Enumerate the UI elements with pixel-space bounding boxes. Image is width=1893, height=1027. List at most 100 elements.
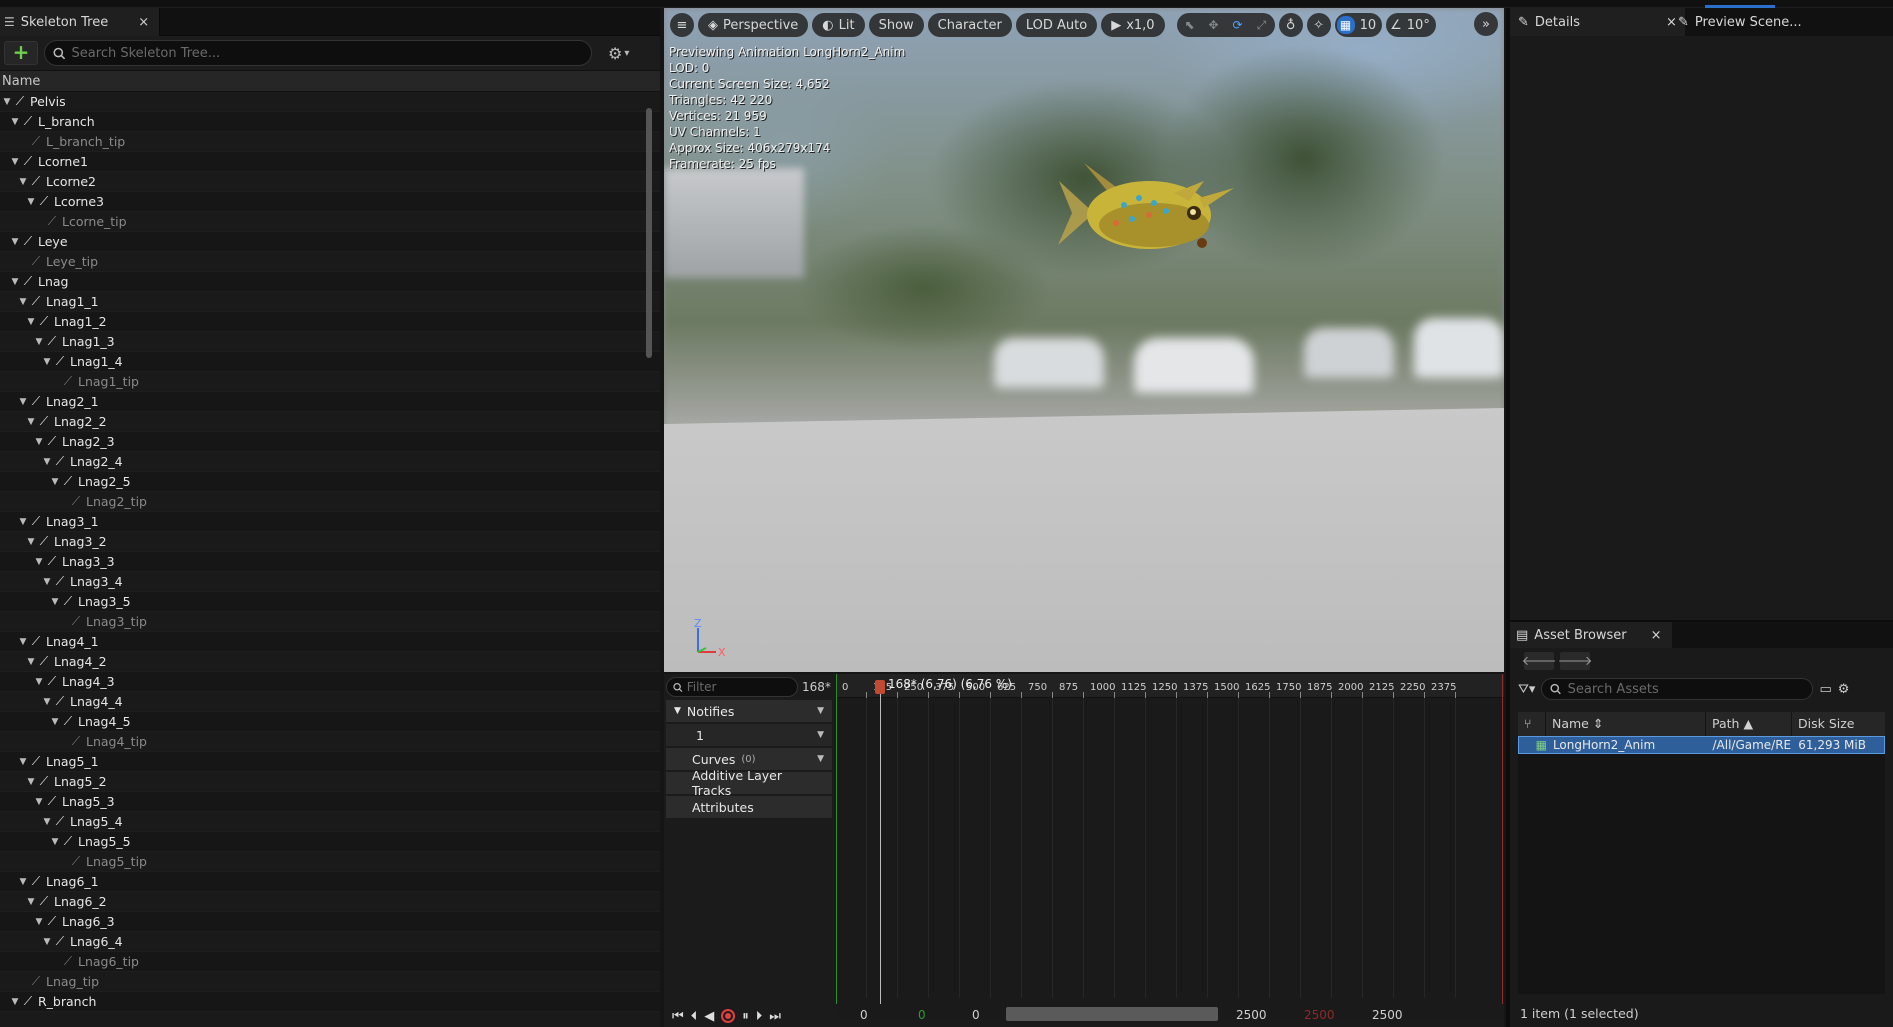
coordinate-space-button[interactable]: ♁ xyxy=(1278,13,1303,37)
bone-row[interactable]: ▼ ⟋ Lnag4_2 xyxy=(0,652,660,672)
bone-row[interactable]: ▼ ⟋ Lcorne1 xyxy=(0,152,660,172)
translate-mode-icon[interactable]: ✥ xyxy=(1203,15,1225,35)
bone-row[interactable]: ▼ ⟋ Lnag5_3 xyxy=(0,792,660,812)
bone-row[interactable]: ⟋ Lcorne_tip xyxy=(0,212,660,232)
skip-to-start-icon[interactable]: ⏮ xyxy=(672,1009,684,1024)
expand-arrow-icon[interactable]: ▼ xyxy=(34,557,44,567)
range-view-start[interactable]: 0 xyxy=(972,1008,980,1022)
current-frame-readout[interactable]: 168* xyxy=(802,680,831,694)
filter-icon[interactable]: ⛛▾ xyxy=(1518,682,1535,697)
folder-icon[interactable]: ▭ xyxy=(1819,682,1831,697)
lod-button[interactable]: LOD Auto xyxy=(1015,13,1098,37)
expand-arrow-icon[interactable]: ▼ xyxy=(42,697,52,707)
range-end-value[interactable]: 2500 xyxy=(1304,1008,1335,1022)
track-attributes[interactable]: Attributes xyxy=(666,796,832,818)
expand-arrow-icon[interactable]: ▼ xyxy=(10,997,20,1007)
add-bone-button[interactable]: + xyxy=(4,41,38,65)
bone-row[interactable]: ⟋ Lnag5_tip xyxy=(0,852,660,872)
perspective-button[interactable]: ◈ Perspective xyxy=(698,13,809,37)
expand-arrow-icon[interactable]: ▼ xyxy=(26,897,36,907)
bone-row[interactable]: ▼ ⟋ Lcorne2 xyxy=(0,172,660,192)
expand-arrow-icon[interactable]: ▼ xyxy=(18,517,28,527)
settings-dropdown[interactable]: ⚙ ▾ xyxy=(608,44,629,63)
bone-row[interactable]: ▼ ⟋ Lnag6_3 xyxy=(0,912,660,932)
expand-arrow-icon[interactable]: ▼ xyxy=(10,237,20,247)
bone-row[interactable]: ▼ ⟋ Pelvis xyxy=(0,92,660,112)
col-name[interactable]: Name ⇕ xyxy=(1546,712,1706,736)
expand-arrow-icon[interactable]: ▼ xyxy=(42,577,52,587)
col-path[interactable]: Path ▲ xyxy=(1706,712,1792,736)
viewport-expand-button[interactable]: » xyxy=(1474,12,1498,36)
bone-row[interactable]: ⟋ Lnag2_tip xyxy=(0,492,660,512)
col-disk-size[interactable]: Disk Size xyxy=(1792,712,1885,736)
select-mode-icon[interactable]: ⬉ xyxy=(1179,15,1201,35)
playhead-handle[interactable] xyxy=(875,680,885,694)
chevron-down-icon[interactable]: ▼ xyxy=(817,706,824,716)
step-forward-icon[interactable]: ⏵ xyxy=(756,1009,763,1024)
expand-arrow-icon[interactable]: ▼ xyxy=(18,177,28,187)
play-reverse-icon[interactable]: ◀ xyxy=(704,1009,714,1024)
preview-viewport[interactable]: ≡ ◈ Perspective ◐ Lit Show Character LOD A… xyxy=(664,8,1504,672)
bone-row[interactable]: ▼ ⟋ R_branch xyxy=(0,992,660,1012)
expand-arrow-icon[interactable]: ▼ xyxy=(50,837,60,847)
bone-row[interactable]: ▼ ⟋ Lnag5_1 xyxy=(0,752,660,772)
back-arrow-icon[interactable]: 🡐 xyxy=(1522,652,1556,670)
expand-arrow-icon[interactable]: ▼ xyxy=(34,437,44,447)
columns-icon[interactable]: ⑂ xyxy=(1518,712,1546,736)
track-filter-input[interactable] xyxy=(686,680,791,694)
asset-search[interactable] xyxy=(1541,678,1814,700)
bone-row[interactable]: ⟋ L_branch_tip xyxy=(0,132,660,152)
grid-snap-button[interactable]: ▦ 10 xyxy=(1334,13,1383,37)
chevron-down-icon[interactable]: ▼ xyxy=(817,730,824,740)
skeleton-search-input[interactable] xyxy=(71,45,583,61)
bone-row[interactable]: ▼ ⟋ Lnag3_4 xyxy=(0,572,660,592)
bone-row[interactable]: ▼ ⟋ Lnag5_5 xyxy=(0,832,660,852)
viewport-menu-button[interactable]: ≡ xyxy=(670,13,694,37)
bone-row[interactable]: ⟋ Lnag_tip xyxy=(0,972,660,992)
expand-arrow-icon[interactable]: ▼ xyxy=(10,277,20,287)
bone-row[interactable]: ▼ ⟋ Leye xyxy=(0,232,660,252)
pause-icon[interactable]: ⏸ xyxy=(742,1009,749,1024)
angle-snap-button[interactable]: ∠ 10° xyxy=(1386,13,1436,37)
expand-arrow-icon[interactable]: ▼ xyxy=(10,117,20,127)
close-icon[interactable]: × xyxy=(138,15,149,30)
bone-row[interactable]: ▼ ⟋ Lnag xyxy=(0,272,660,292)
bone-row[interactable]: ▼ ⟋ Lnag2_3 xyxy=(0,432,660,452)
expand-arrow-icon[interactable]: ▼ xyxy=(34,677,44,687)
lit-button[interactable]: ◐ Lit xyxy=(812,13,865,37)
track-filter[interactable] xyxy=(666,677,798,697)
bone-row[interactable]: ▼ ⟋ Lnag3_3 xyxy=(0,552,660,572)
expand-arrow-icon[interactable]: ▼ xyxy=(26,537,36,547)
expand-arrow-icon[interactable]: ▼ xyxy=(34,797,44,807)
expand-arrow-icon[interactable]: ▼ xyxy=(18,757,28,767)
track-additive-layers[interactable]: Additive Layer Tracks xyxy=(666,768,832,798)
expand-arrow-icon[interactable]: ▼ xyxy=(26,317,36,327)
bone-row[interactable]: ⟋ Lnag1_tip xyxy=(0,372,660,392)
close-icon[interactable]: × xyxy=(1651,628,1662,643)
bone-row[interactable]: ⟋ Lnag3_tip xyxy=(0,612,660,632)
asset-list-area[interactable] xyxy=(1518,754,1885,994)
skip-to-end-icon[interactable]: ⏭ xyxy=(769,1009,781,1024)
bone-row[interactable]: ▼ ⟋ Lnag1_4 xyxy=(0,352,660,372)
bone-row[interactable]: ▼ ⟋ Lnag5_4 xyxy=(0,812,660,832)
expand-arrow-icon[interactable]: ▼ xyxy=(26,777,36,787)
bone-row[interactable]: ▼ ⟋ Lnag1_3 xyxy=(0,332,660,352)
range-start-value[interactable]: 0 xyxy=(918,1008,926,1022)
timeline[interactable]: 0125250375500625750875100011251250137515… xyxy=(836,674,1504,1019)
expand-arrow-icon[interactable]: ▼ xyxy=(18,637,28,647)
expand-arrow-icon[interactable]: ▼ xyxy=(50,717,60,727)
bone-row[interactable]: ▼ ⟋ Lnag4_3 xyxy=(0,672,660,692)
bone-row[interactable]: ▼ ⟋ L_branch xyxy=(0,112,660,132)
tab-skeleton-tree[interactable]: ☰ Skeleton Tree × xyxy=(0,8,161,36)
bone-row[interactable]: ▼ ⟋ Lnag3_5 xyxy=(0,592,660,612)
gear-icon[interactable]: ⚙ xyxy=(1838,682,1850,697)
skeleton-search[interactable] xyxy=(44,40,592,66)
bone-row[interactable]: ⟋ Lnag6_tip xyxy=(0,952,660,972)
bone-row[interactable]: ▼ ⟋ Lnag1_1 xyxy=(0,292,660,312)
bone-row[interactable]: ⟋ Lnag4_tip xyxy=(0,732,660,752)
tab-preview-scene[interactable]: ✎ Preview Scene... xyxy=(1670,8,1810,36)
range-view-end[interactable]: 2500 xyxy=(1236,1008,1267,1022)
range-right-value[interactable]: 2500 xyxy=(1372,1008,1403,1022)
bone-row[interactable]: ▼ ⟋ Lnag6_2 xyxy=(0,892,660,912)
expand-arrow-icon[interactable]: ▼ xyxy=(42,937,52,947)
